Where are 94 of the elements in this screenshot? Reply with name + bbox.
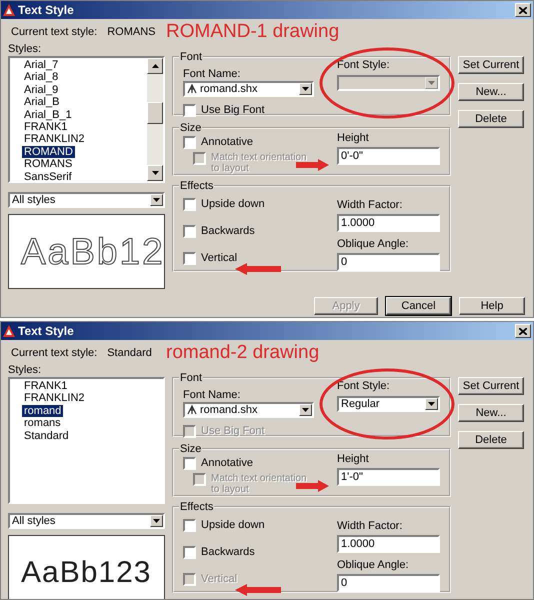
scrollbar-thumb[interactable]: [147, 102, 163, 124]
oblique-angle-field[interactable]: 0: [337, 574, 440, 592]
height-field[interactable]: 1'-0": [337, 468, 440, 486]
oblique-angle-field[interactable]: 0: [337, 253, 440, 271]
style-list-item[interactable]: romand: [22, 404, 64, 418]
dialog-button[interactable]: New...: [458, 83, 524, 101]
dialog-button[interactable]: Cancel: [386, 297, 451, 315]
style-list-item[interactable]: Standard: [22, 430, 71, 442]
current-style-value: Standard: [107, 347, 152, 359]
app-icon: [3, 4, 15, 16]
style-list-item[interactable]: Arial_7: [22, 59, 60, 72]
style-list-item[interactable]: romans: [22, 417, 63, 430]
effect-checkbox[interactable]: Backwards: [183, 225, 314, 238]
style-list-item[interactable]: Arial_9: [22, 84, 60, 96]
caret-icon: [153, 519, 160, 523]
field-label: Oblique Angle:: [337, 559, 410, 572]
font-name-dropdown[interactable]: romand.shx: [183, 81, 314, 97]
field-label: Font Style:: [337, 59, 391, 72]
field-label: Width Factor:: [337, 520, 404, 533]
annotation-arrow: [235, 263, 281, 275]
group-label: Font: [179, 51, 204, 63]
dialog-button[interactable]: Set Current: [458, 377, 524, 395]
close-icon: [519, 6, 527, 14]
font-style-dropdown[interactable]: Regular: [337, 396, 440, 412]
style-list-item[interactable]: SansSerif: [22, 170, 74, 181]
dialog-button[interactable]: Help: [459, 297, 525, 315]
style-list-item[interactable]: FRANK1: [22, 121, 70, 134]
dialog-button[interactable]: Delete: [458, 110, 524, 128]
window-title: Text Style: [18, 3, 74, 17]
annotation-text: ROMAND-1 drawing: [166, 21, 340, 43]
field-label: Height: [337, 453, 370, 466]
close-button[interactable]: [515, 3, 531, 17]
effect-checkbox[interactable]: Vertical: [183, 252, 314, 265]
current-style-label: Current text style:: [11, 347, 98, 359]
field-label: Height: [337, 132, 370, 145]
style-list-item[interactable]: Arial_B_1: [22, 108, 74, 122]
caret-icon: [302, 87, 309, 91]
font-file-icon: [187, 405, 197, 415]
style-list-item[interactable]: FRANKLIN2: [22, 133, 87, 146]
effect-checkbox[interactable]: Backwards: [183, 546, 314, 559]
preview-text: AaBb12: [21, 230, 164, 272]
field-label: Font Style:: [337, 380, 391, 393]
style-list-item[interactable]: Arial_B: [22, 96, 62, 109]
style-list-item[interactable]: FRANKLIN2: [22, 392, 87, 405]
annotation-arrow: [235, 584, 281, 596]
window-title: Text Style: [18, 324, 74, 338]
close-button[interactable]: [515, 324, 531, 338]
field-label: Font Name:: [183, 389, 242, 402]
field-label: Font Name:: [183, 68, 242, 81]
group-label: Effects: [179, 180, 214, 192]
effect-checkbox[interactable]: Upside down: [183, 198, 314, 211]
use-big-font-checkbox[interactable]: Use Big Font: [183, 104, 314, 117]
app-icon: [3, 325, 15, 337]
caret-icon: [153, 198, 160, 202]
field-label: Width Factor:: [337, 199, 404, 212]
styles-label: Styles:: [8, 364, 42, 377]
group-label: Effects: [179, 501, 214, 513]
annotation-arrow: [296, 480, 329, 492]
style-list-item[interactable]: ROMAND: [22, 146, 75, 158]
caret-icon: [428, 402, 435, 406]
style-list-item[interactable]: FRANK1: [22, 380, 70, 392]
caret-icon: [428, 81, 435, 85]
effect-checkbox[interactable]: Upside down: [183, 519, 314, 532]
font-name-dropdown[interactable]: romand.shx: [183, 402, 314, 418]
scroll-down-icon: [152, 171, 158, 175]
current-style-value: ROMANS: [107, 26, 156, 38]
current-style-label: Current text style:: [11, 26, 98, 38]
filter-dropdown[interactable]: All styles: [8, 513, 165, 529]
styles-list[interactable]: FRANK1 FRANKLIN2 romand romans Standard: [8, 377, 165, 504]
caret-icon: [302, 408, 309, 412]
scrollbar[interactable]: [147, 58, 163, 181]
dialog-button[interactable]: Delete: [458, 431, 524, 449]
annotative-checkbox[interactable]: Annotative: [183, 136, 314, 149]
styles-list[interactable]: Arial_7 Arial_8 Arial_9 Arial_B Arial_B_1 FRANK1 FRANKLIN2 ROMAND ROMANS SansSerif: [8, 56, 165, 183]
style-list-item[interactable]: Arial_8: [22, 71, 60, 84]
close-icon: [519, 328, 527, 334]
filter-dropdown[interactable]: All styles: [8, 192, 165, 208]
annotation-text: romand-2 drawing: [166, 342, 320, 364]
styles-label: Styles:: [8, 43, 42, 56]
annotative-checkbox[interactable]: Annotative: [183, 457, 314, 470]
font-file-icon: [187, 84, 197, 94]
preview-text: AaBb123: [21, 556, 152, 590]
dialog-button[interactable]: New...: [458, 404, 524, 422]
annotation-arrow: [296, 159, 329, 171]
group-label: Size: [179, 122, 202, 134]
width-factor-field[interactable]: 1.0000: [337, 535, 440, 553]
dialog-button[interactable]: Set Current: [458, 56, 524, 74]
width-factor-field[interactable]: 1.0000: [337, 214, 440, 232]
scroll-up-icon: [152, 64, 158, 68]
height-field[interactable]: 0'-0": [337, 147, 440, 165]
style-list-item[interactable]: ROMANS: [22, 158, 74, 171]
group-label: Font: [179, 372, 204, 384]
group-label: Size: [179, 443, 202, 455]
field-label: Oblique Angle:: [337, 238, 410, 251]
